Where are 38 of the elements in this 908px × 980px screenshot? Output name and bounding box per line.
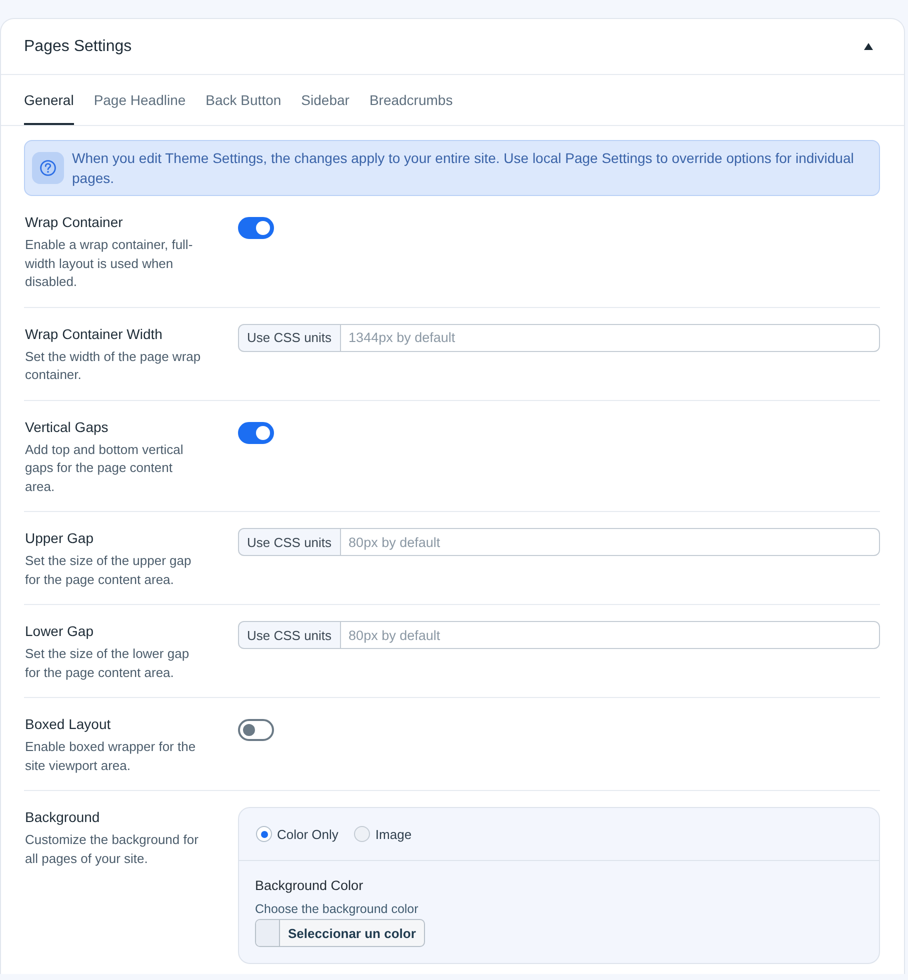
tab[interactable]: Back Button [206,75,282,125]
setting-label: Wrap Container Width [25,324,164,344]
setting-description: Set the size of the upper gap for the page content area. [25,552,192,589]
radio-option[interactable]: Color Only [256,826,338,842]
text-input[interactable]: 80px by default [340,621,880,649]
setting-description: Enable a wrap container, full-width layout is used when disabled. [25,236,194,291]
color-label: Background Color [255,877,364,895]
setting-description: Customize the background for all pages of your site. [25,831,200,868]
setting-label: Boxed Layout [25,715,112,734]
panel-title: Pages Settings [24,38,132,56]
setting-description: Enable boxed wrapper for the site viewport area. [25,738,197,775]
setting-description: Set the width of the page wrap container. [25,348,202,384]
setting-label: Upper Gap [25,529,94,548]
setting-description: Set the size of the lower gap for the page content area. [25,645,190,682]
units-label: Use CSS units [238,324,341,352]
setting-description: Add top and bottom vertical gaps for the page content area. [25,440,184,496]
color-picker-button[interactable]: Seleccionar un color [255,919,425,947]
color-description: Choose the background color [255,901,420,918]
question-icon [32,152,64,184]
units-label: Use CSS units [238,621,341,649]
units-label: Use CSS units [238,528,341,556]
toggle-switch[interactable] [238,217,274,239]
setting-label: Wrap Container [25,213,124,232]
tab[interactable]: Page Headline [94,75,186,125]
caret-icon[interactable] [864,43,873,50]
tab[interactable]: General [24,75,74,125]
radio-option[interactable]: Image [354,826,412,842]
notice-text: When you edit Theme Settings, the changes apply to your entire site. Use local Page Settings to override options for individual pages. [72,149,855,188]
toggle-switch[interactable] [238,422,274,444]
tab[interactable]: Breadcrumbs [369,75,453,125]
color-swatch-icon [256,920,280,946]
setting-label: Vertical Gaps [25,418,110,436]
toggle-switch[interactable] [238,719,274,741]
setting-label: Background [25,808,101,827]
text-input[interactable]: 1344px by default [340,324,880,352]
text-input[interactable]: 80px by default [340,528,880,556]
tab[interactable]: Sidebar [301,75,350,125]
setting-label: Lower Gap [25,622,94,641]
